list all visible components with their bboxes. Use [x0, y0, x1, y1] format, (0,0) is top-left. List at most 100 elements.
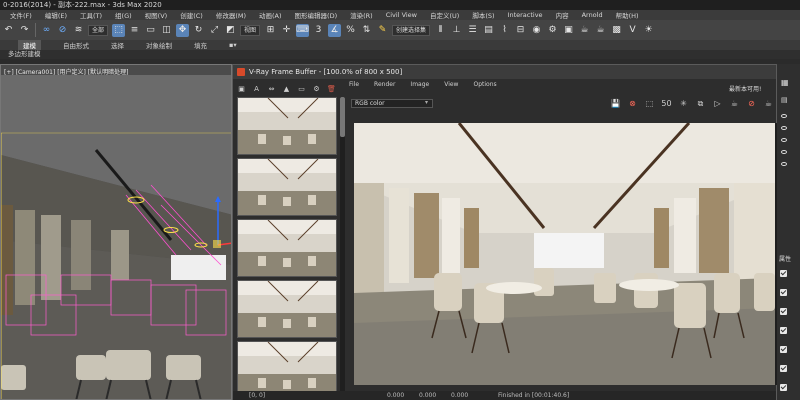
- render-setup-icon[interactable]: ⚙: [546, 24, 559, 37]
- edit-named-selection-icon[interactable]: ✎: [376, 24, 389, 37]
- history-scrollbar[interactable]: [340, 97, 345, 400]
- align-icon[interactable]: ⊥: [450, 24, 463, 37]
- menu-modifiers[interactable]: 修改器(M): [216, 10, 246, 20]
- select-manipulate-icon[interactable]: ✛: [280, 24, 293, 37]
- menu-scripting[interactable]: 脚本(S): [472, 10, 494, 20]
- mirror-icon[interactable]: ⫴: [434, 24, 447, 37]
- copy-icon[interactable]: ⧉: [694, 97, 707, 110]
- history-play-icon[interactable]: ▷: [711, 97, 724, 110]
- history-settings-icon[interactable]: ⚙: [311, 83, 322, 94]
- render-teapot-icon[interactable]: ☕: [578, 24, 591, 37]
- menu-rendering[interactable]: 渲染(R): [350, 10, 373, 20]
- selection-filter-dropdown[interactable]: 全部: [88, 24, 109, 36]
- update-notice[interactable]: 最新本可用!: [729, 84, 761, 93]
- checkbox[interactable]: [780, 384, 787, 391]
- history-compare-icon[interactable]: ⇔: [266, 83, 277, 94]
- save-icon[interactable]: 💾: [609, 97, 622, 110]
- menu-group[interactable]: 组(G): [115, 10, 132, 20]
- checkbox[interactable]: [780, 327, 787, 334]
- checkbox[interactable]: [780, 289, 787, 296]
- history-thumbnail[interactable]: [237, 219, 337, 277]
- reference-coord-dropdown[interactable]: 视图: [240, 24, 261, 36]
- unlink-icon[interactable]: ⊘: [56, 24, 69, 37]
- stop-render-icon[interactable]: ⊘: [745, 97, 758, 110]
- select-by-name-icon[interactable]: ≡: [128, 24, 141, 37]
- history-info-icon[interactable]: ▭: [296, 83, 307, 94]
- ribbon-tab-object-paint[interactable]: 对象绘制: [146, 40, 172, 50]
- menu-file[interactable]: 文件(F): [10, 10, 32, 20]
- vray-light-icon[interactable]: ☀: [642, 24, 655, 37]
- clear-image-icon[interactable]: ⊗: [626, 97, 639, 110]
- snap-icon[interactable]: 3: [312, 24, 325, 37]
- render-production-icon[interactable]: ▩: [610, 24, 623, 37]
- render-iterative-icon[interactable]: ☕: [594, 24, 607, 37]
- material-editor-icon[interactable]: ◉: [530, 24, 543, 37]
- select-object-icon[interactable]: ⬚: [112, 23, 126, 37]
- panel-tab-create-icon[interactable]: ▦: [781, 78, 793, 88]
- pivot-icon[interactable]: ⊞: [264, 24, 277, 37]
- menu-civil-view[interactable]: Civil View: [386, 11, 417, 19]
- history-load-icon[interactable]: ▲: [281, 83, 292, 94]
- eye-icon[interactable]: [781, 162, 787, 166]
- ribbon-tab-freeform[interactable]: 自由形式: [63, 40, 89, 50]
- checkbox[interactable]: [780, 270, 787, 277]
- checkbox[interactable]: [780, 365, 787, 372]
- window-crossing-icon[interactable]: ◫: [160, 24, 173, 37]
- schematic-view-icon[interactable]: ⊟: [514, 24, 527, 37]
- redo-icon[interactable]: ↷: [18, 24, 31, 37]
- layer-explorer-icon[interactable]: ☰: [466, 24, 479, 37]
- eye-icon[interactable]: [781, 114, 787, 118]
- history-thumbnail[interactable]: [237, 158, 337, 216]
- percent-snap-icon[interactable]: %: [344, 24, 357, 37]
- history-thumbnail[interactable]: [237, 97, 337, 155]
- vfb-menu-view[interactable]: View: [444, 81, 458, 88]
- menu-interactive[interactable]: Interactive: [508, 11, 543, 19]
- undo-icon[interactable]: ↶: [2, 24, 15, 37]
- placement-icon[interactable]: ◩: [224, 24, 237, 37]
- eye-icon[interactable]: [781, 138, 787, 142]
- history-ab-icon[interactable]: A: [251, 83, 262, 94]
- menu-create[interactable]: 创建(C): [180, 10, 203, 20]
- named-selection-dropdown[interactable]: 创建选择集: [392, 24, 431, 36]
- vfb-menu-file[interactable]: File: [349, 81, 359, 88]
- eye-icon[interactable]: [781, 150, 787, 154]
- menu-content[interactable]: 内容: [556, 10, 569, 20]
- panel-tab-modify-icon[interactable]: ▤: [781, 96, 793, 104]
- menu-help[interactable]: 帮助(H): [616, 10, 639, 20]
- spinner-snap-icon[interactable]: ⇅: [360, 24, 373, 37]
- vfb-menu-render[interactable]: Render: [374, 81, 395, 88]
- history-save-icon[interactable]: ▣: [236, 83, 247, 94]
- angle-snap-icon[interactable]: ∡: [328, 23, 342, 37]
- region-render-icon[interactable]: ⬚: [643, 97, 656, 110]
- vray-icon[interactable]: V: [626, 24, 639, 37]
- rendered-frame-icon[interactable]: ▣: [562, 24, 575, 37]
- ribbon-tab-modeling[interactable]: 建模: [18, 40, 41, 50]
- eye-icon[interactable]: [781, 126, 787, 130]
- move-icon[interactable]: ✥: [176, 23, 190, 37]
- viewport-label[interactable]: [+] [Camera001] [用户定义] [默认明暗处理]: [4, 67, 128, 76]
- ribbon-options-icon[interactable]: ▪▾: [229, 41, 237, 49]
- checkbox[interactable]: [780, 346, 787, 353]
- lens-effects-icon[interactable]: ✳: [677, 97, 690, 110]
- curve-editor-icon[interactable]: ⌇: [498, 24, 511, 37]
- bind-space-warp-icon[interactable]: ≋: [72, 24, 85, 37]
- render-teapot-icon[interactable]: ☕: [762, 97, 775, 110]
- camera-viewport[interactable]: [+] [Camera001] [用户定义] [默认明暗处理]: [0, 64, 232, 400]
- keyboard-shortcut-icon[interactable]: ⌨: [296, 23, 310, 37]
- menu-arnold[interactable]: Arnold: [582, 11, 603, 19]
- menu-animation[interactable]: 动画(A): [259, 10, 282, 20]
- scale-icon[interactable]: ⤢: [208, 24, 221, 37]
- vfb-menu-options[interactable]: Options: [473, 81, 496, 88]
- ribbon-tab-selection[interactable]: 选择: [111, 40, 124, 50]
- menu-tools[interactable]: 工具(T): [80, 10, 102, 20]
- history-thumbnail[interactable]: [237, 280, 337, 338]
- rectangle-selection-icon[interactable]: ▭: [144, 24, 157, 37]
- menu-edit[interactable]: 编辑(E): [45, 10, 67, 20]
- rendered-image[interactable]: [354, 123, 775, 385]
- menu-graph-editors[interactable]: 图形编辑器(D): [295, 10, 338, 20]
- link-icon[interactable]: ∞: [40, 24, 53, 37]
- toggle-ribbon-icon[interactable]: ▤: [482, 24, 495, 37]
- rotate-icon[interactable]: ↻: [192, 24, 205, 37]
- menu-customize[interactable]: 自定义(U): [430, 10, 459, 20]
- render-interactive-icon[interactable]: ☕: [728, 97, 741, 110]
